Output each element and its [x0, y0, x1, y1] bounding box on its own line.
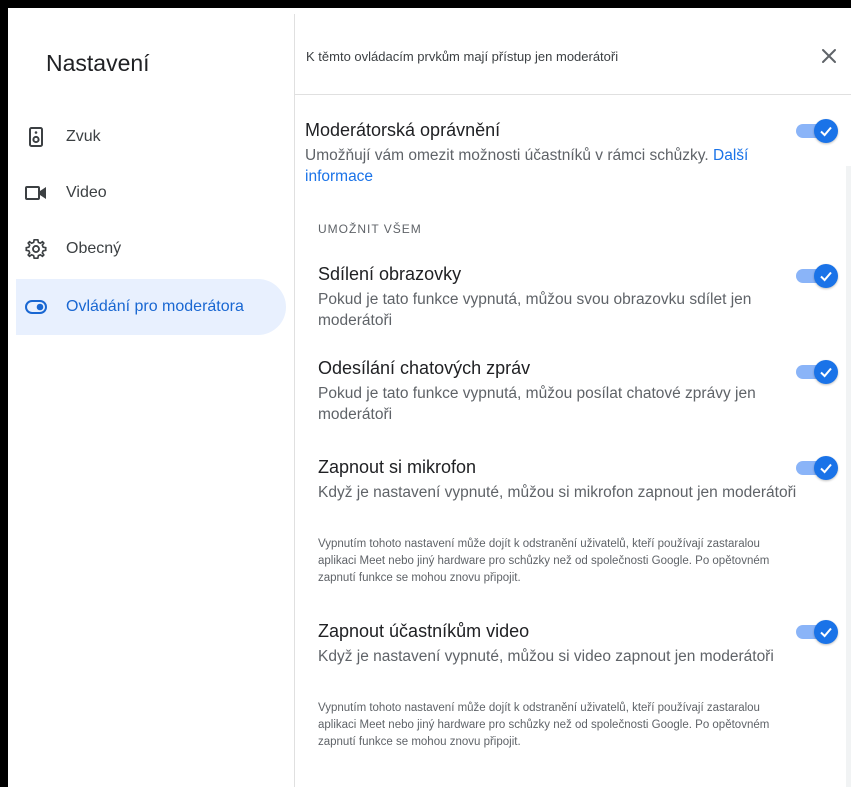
moderator-controls-panel: K těmto ovládacím prvkům mají přístup je…	[295, 14, 851, 787]
sidebar-item-label: Obecný	[66, 240, 122, 257]
settings-sidebar: Nastavení Zvuk Video Obecný Ovládání pro…	[16, 14, 295, 787]
sidebar-item-zvuk[interactable]: Zvuk	[16, 109, 286, 165]
section-label: UMOŽNIT VŠEM	[318, 222, 422, 236]
window-frame-top	[0, 0, 851, 8]
toggle-thumb	[814, 119, 838, 143]
microphone-desc: Když je nastavení vypnuté, můžou si mikr…	[318, 484, 797, 501]
panel-header-text: K těmto ovládacím prvkům mají přístup je…	[306, 49, 619, 64]
toggle-icon	[24, 295, 48, 319]
scrollbar[interactable]	[846, 166, 851, 787]
toggle-thumb	[814, 360, 838, 384]
toggle-thumb	[814, 620, 838, 644]
close-button[interactable]	[815, 42, 843, 70]
moderator-permissions-toggle[interactable]	[796, 117, 838, 143]
check-icon	[820, 627, 832, 638]
settings-dialog: Nastavení Zvuk Video Obecný Ovládání pro…	[16, 14, 851, 787]
microphone-note: Vypnutím tohoto nastavení může dojít k o…	[318, 538, 770, 584]
moderator-permissions-title: Moderátorská oprávnění	[305, 120, 501, 140]
gear-icon	[24, 237, 48, 261]
check-icon	[820, 126, 832, 137]
sidebar-item-obecny[interactable]: Obecný	[16, 221, 286, 277]
panel-header: K těmto ovládacím prvkům mají přístup je…	[295, 14, 851, 95]
toggle-thumb	[814, 264, 838, 288]
screen-sharing-toggle[interactable]	[796, 262, 838, 288]
toggle-thumb	[814, 456, 838, 480]
participant-video-title: Zapnout účastníkům video	[318, 621, 530, 641]
microphone-title: Zapnout si mikrofon	[318, 457, 477, 477]
check-icon	[820, 463, 832, 474]
moderator-permissions-desc-text: Umožňují vám omezit možnosti účastníků v…	[305, 147, 709, 164]
microphone-toggle[interactable]	[796, 454, 838, 480]
sidebar-item-video[interactable]: Video	[16, 165, 286, 221]
close-icon	[822, 49, 836, 63]
chat-messages-desc: Pokud je tato funkce vypnutá, můžou posí…	[318, 385, 756, 423]
video-camera-icon	[24, 181, 48, 205]
sidebar-item-label: Ovládání pro moderátora	[66, 298, 244, 315]
chat-messages-title: Odesílání chatových zpráv	[318, 358, 531, 378]
check-icon	[820, 271, 832, 282]
screen-sharing-desc: Pokud je tato funkce vypnutá, můžou svou…	[318, 291, 752, 329]
participant-video-note: Vypnutím tohoto nastavení může dojít k o…	[318, 702, 770, 748]
chat-messages-toggle[interactable]	[796, 358, 838, 384]
moderator-permissions-desc: Umožňují vám omezit možnosti účastníků v…	[305, 145, 795, 187]
sidebar-item-label: Zvuk	[66, 128, 101, 145]
screen-sharing-title: Sdílení obrazovky	[318, 264, 462, 284]
sidebar-title: Nastavení	[46, 50, 150, 76]
check-icon	[820, 367, 832, 378]
sidebar-item-ovladani-pro-moderatora[interactable]: Ovládání pro moderátora	[16, 279, 286, 335]
window-frame-left	[0, 0, 8, 787]
speaker-icon	[24, 125, 48, 149]
participant-video-toggle[interactable]	[796, 618, 838, 644]
participant-video-desc: Když je nastavení vypnuté, můžou si vide…	[318, 648, 774, 665]
sidebar-item-label: Video	[66, 184, 107, 201]
